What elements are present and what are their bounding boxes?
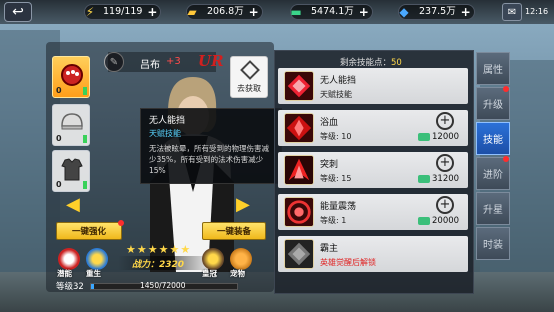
tab-skills[interactable]: 技能 (476, 122, 510, 155)
notification-dot (503, 156, 509, 162)
exp-fill (91, 284, 94, 289)
skill-tooltip: 无人能挡 天赋技能 无法被眩晕，所有受到的物理伤害减少35%，所有受到的法术伤害… (140, 108, 282, 184)
slot-count: 0 (56, 180, 62, 189)
pet-label: 宠物 (230, 269, 245, 278)
skill-row[interactable]: 能量震荡 等级: 1 + 20000 (278, 194, 468, 230)
skill-icon-overlord (284, 239, 314, 269)
cash-icon (418, 133, 430, 141)
obtain-button[interactable]: 去获取 (230, 56, 268, 98)
star-icon: ★ (158, 243, 169, 256)
star-icon: ★ (169, 243, 180, 256)
slot-count: 0 (56, 86, 62, 95)
star-icon: ★ (126, 243, 136, 256)
skill-icon-energy-shock (284, 197, 314, 227)
upgrade-skill-button[interactable]: + (436, 154, 454, 172)
add-cash-button[interactable]: + (359, 5, 369, 19)
skill-points: 剩余技能点：50 (340, 58, 402, 68)
one-key-enhance-button[interactable]: 一键强化 (56, 222, 122, 240)
next-hero-arrow[interactable]: ▶ (236, 194, 250, 215)
tooltip-title: 无人能挡 (149, 116, 186, 126)
lightning-icon: ⚡ (85, 5, 95, 19)
equip-slot-weapon[interactable]: 0 (52, 56, 90, 98)
star-icon: ★ (136, 243, 147, 256)
skill-cost: 20000 (418, 216, 459, 226)
helmet-icon (61, 113, 83, 130)
tooltip-description: 无法被眩晕，所有受到的物理伤害减少35%，所有受到的法术伤害减少15% (149, 144, 269, 175)
knuckle-icon (61, 64, 83, 86)
notification-dot (503, 86, 509, 92)
skill-icon-bloodbath (284, 113, 314, 143)
hero-enhance-level: +3 (166, 56, 181, 67)
slot-count: 0 (56, 134, 62, 143)
one-key-equip-button[interactable]: 一键装备 (202, 222, 266, 240)
combat-power: 战力：2320 (132, 260, 185, 270)
skill-cost: 31200 (418, 174, 459, 184)
rarity-badge: UR (198, 52, 224, 70)
upgrade-skill-button[interactable]: + (436, 112, 454, 130)
skill-icon-unstoppable (284, 71, 314, 101)
cash-icon (418, 175, 430, 183)
jacket-icon (61, 158, 83, 181)
potential-icon[interactable] (58, 248, 80, 270)
hero-name: 吕布 (140, 60, 160, 71)
exp-text: 1450/72000 (140, 281, 186, 290)
prev-hero-arrow[interactable]: ◀ (66, 194, 80, 215)
skill-row[interactable]: 浴血 等级: 10 + 12000 (278, 110, 468, 146)
cash-resource: ▬ 5474.1万 + (290, 3, 373, 21)
tooltip-type: 天赋技能 (149, 129, 181, 138)
layers-icon (240, 60, 260, 80)
notification-dot (118, 220, 124, 226)
cash-icon: ▬ (290, 5, 302, 19)
gold-bars-icon: ▰ (187, 5, 197, 19)
hero-level: 等级32 (56, 282, 84, 292)
slot-indicator (83, 135, 87, 143)
tab-fashion[interactable]: 时装 (476, 227, 510, 260)
back-button[interactable]: ↩ (4, 2, 32, 22)
add-diamond-button[interactable]: + (461, 5, 471, 19)
star-icon: ★ (180, 243, 191, 256)
skill-points-value: 50 (391, 58, 402, 68)
add-stamina-button[interactable]: + (147, 5, 157, 19)
skill-row[interactable]: 霸主 英雄觉醒后解锁 (278, 236, 468, 272)
slot-indicator (83, 87, 87, 95)
skill-row[interactable]: 无人能挡 天赋技能 (278, 68, 468, 104)
slot-indicator (83, 181, 87, 189)
skill-row[interactable]: 突刺 等级: 15 + 31200 (278, 152, 468, 188)
stamina-resource: ⚡ 119/119 + (84, 3, 162, 21)
skill-icon-thrust (284, 155, 314, 185)
clock: 12:16 (525, 7, 549, 16)
gold-value: 206.8万 (207, 6, 244, 17)
tab-attributes[interactable]: 属性 (476, 52, 510, 85)
diamond-value: 237.5万 (419, 6, 456, 17)
upgrade-skill-button[interactable]: + (436, 196, 454, 214)
hero-stars: ★ ★ ★ ★ ★ ★ (126, 243, 190, 256)
tab-star-up[interactable]: 升星 (476, 192, 510, 225)
rebirth-label: 重生 (86, 269, 101, 278)
cash-value: 5474.1万 (311, 6, 354, 17)
gold-resource: ▰ 206.8万 + (186, 3, 263, 21)
pet-icon[interactable] (230, 248, 252, 270)
mail-icon[interactable]: ✉ (502, 3, 522, 21)
cash-icon (418, 217, 430, 225)
skill-cost: 12000 (418, 132, 459, 142)
diamond-icon: ◆ (399, 5, 409, 19)
equip-slot-armor[interactable]: 0 (52, 150, 90, 192)
crown-icon[interactable] (202, 248, 224, 270)
star-icon: ★ (147, 243, 158, 256)
potential-label: 潜能 (57, 269, 72, 278)
top-resource-bar: ↩ ⚡ 119/119 + ▰ 206.8万 + ▬ 5474.1万 + ◆ 2… (0, 0, 554, 24)
add-gold-button[interactable]: + (249, 5, 259, 19)
stamina-value: 119/119 (103, 6, 143, 17)
crown-label: 皇冠 (202, 269, 217, 278)
diamond-resource: ◆ 237.5万 + (398, 3, 475, 21)
equip-slot-helmet[interactable]: 0 (52, 104, 90, 146)
rebirth-icon[interactable] (86, 248, 108, 270)
